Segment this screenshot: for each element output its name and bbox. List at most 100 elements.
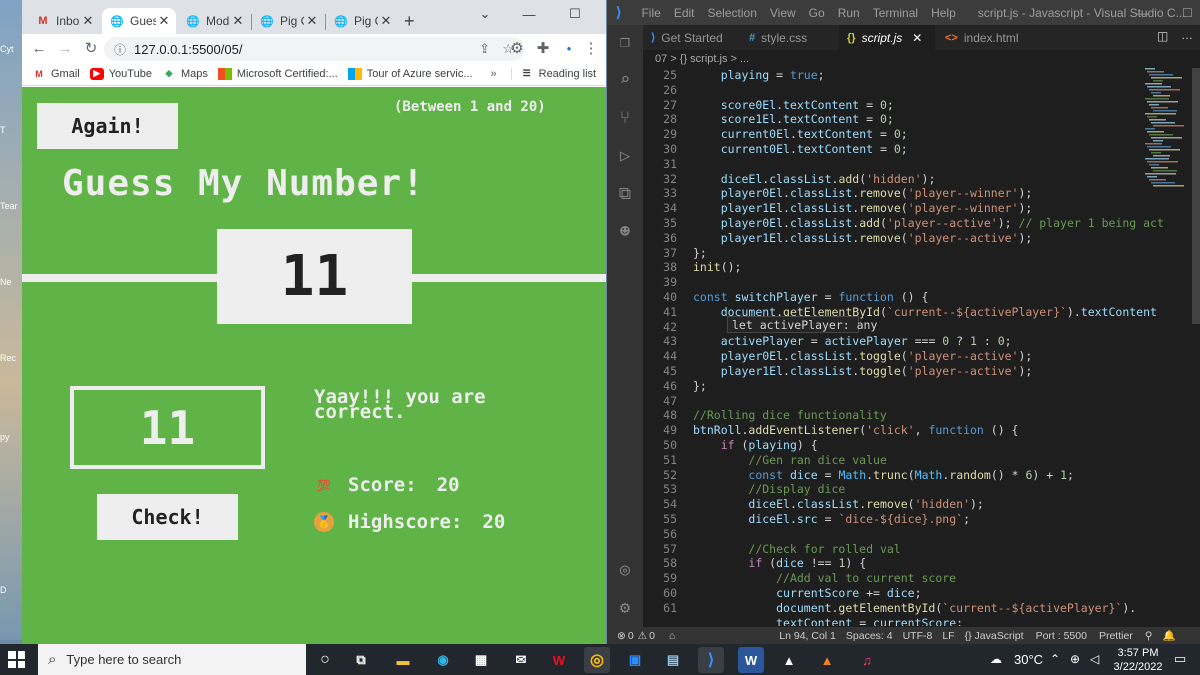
browser-tab[interactable]: 🌐 Pig G ✕ [326,8,398,34]
cortana-icon[interactable]: ○ [312,647,338,673]
eol[interactable]: LF [942,630,954,642]
code-line[interactable]: textContent = currentScore; [643,616,1163,626]
browser-tab[interactable]: 🌐 Moda ✕ [178,8,250,34]
more-bookmarks-icon[interactable]: » [491,68,497,80]
close-icon[interactable]: ✕ [80,13,96,29]
encoding[interactable]: UTF-8 [903,630,933,642]
menu-view[interactable]: View [770,6,796,20]
extension-icon[interactable]: ⚙ [504,35,530,61]
code-line[interactable]: 30 current0El.textContent = 0; [643,142,1163,157]
code-line[interactable]: 40 const switchPlayer = function () { [643,290,1163,305]
code-line[interactable]: 42 [643,320,1163,335]
menu-terminal[interactable]: Terminal [873,6,918,20]
taskbar-search[interactable]: ⌕ Type here to search [38,644,306,675]
code-line[interactable]: 46}; [643,379,1163,394]
zoom-icon[interactable]: ▣ [622,647,648,673]
notifications-icon[interactable]: 🔔 [1162,629,1175,642]
tab-index-html[interactable]: <> index.html [937,25,1027,50]
account-icon[interactable]: ◎ [613,558,637,582]
photos-icon[interactable]: ▲ [776,647,802,673]
breadcrumb[interactable]: 07 > {} script.js > ... [643,50,1200,68]
code-line[interactable]: 55 diceEl.src = `dice-${dice}.png`; [643,512,1163,527]
code-line[interactable]: 32 diceEl.classList.add('hidden'); [643,172,1163,187]
warning-icon[interactable]: ⚠ [638,630,647,642]
puzzle-icon[interactable]: ✚ [530,35,556,61]
close-icon[interactable]: ✕ [912,31,922,45]
file-explorer-icon[interactable]: ▬ [390,647,416,673]
itunes-icon[interactable]: ♫ [854,647,880,673]
temperature[interactable]: 30°C [1014,652,1043,667]
extensions-icon[interactable]: ⧉ [613,182,637,206]
desktop-icon-label[interactable]: Ne [0,277,12,287]
edge-icon[interactable]: ◉ [430,647,456,673]
store-icon[interactable]: ▦ [468,647,494,673]
code-line[interactable]: 43 activePlayer = activePlayer === 0 ? 1… [643,334,1163,349]
menu-help[interactable]: Help [931,6,956,20]
search-icon[interactable]: ⌕ [613,68,637,92]
show-hidden-icons[interactable]: ⌃ [1050,652,1060,666]
close-icon[interactable]: ✕ [304,13,320,29]
code-line[interactable]: 52 const dice = Math.trunc(Math.random()… [643,468,1163,483]
word-icon[interactable]: W [738,647,764,673]
code-line[interactable]: 54 diceEl.classList.remove('hidden'); [643,497,1163,512]
code-line[interactable]: 61 document.getElementById(`current--${a… [643,601,1163,616]
language-mode[interactable]: {} JavaScript [965,630,1024,642]
code-line[interactable]: 53 //Display dice [643,482,1163,497]
wps-icon[interactable]: W [546,647,572,673]
minimize-icon[interactable]: — [1137,6,1149,20]
code-line[interactable]: 59 //Add val to current score [643,571,1163,586]
bookmark-maps[interactable]: ◆ Maps [162,68,208,80]
back-icon[interactable]: ← [26,35,52,61]
menu-run[interactable]: Run [838,6,860,20]
code-line[interactable]: 39 [643,275,1163,290]
code-line[interactable]: 50 if (playing) { [643,438,1163,453]
code-line[interactable]: 51 //Gen ran dice value [643,453,1163,468]
home-icon[interactable]: ⌂ [669,630,675,642]
forward-icon[interactable]: → [52,35,78,61]
bookmark-microsoft[interactable]: Microsoft Certified:... [217,67,338,80]
warning-count[interactable]: 0 [649,630,655,642]
desktop-icon-label[interactable]: Rec [0,353,16,363]
info-icon[interactable]: ⓘ [114,41,126,58]
browser-tab[interactable]: 🌐 Pig G ✕ [252,8,324,34]
weather-icon[interactable]: ☁ [990,652,1002,666]
live-server-port[interactable]: Port : 5500 [1036,630,1087,642]
error-icon[interactable]: ⊗ [617,630,626,642]
bookmark-azure[interactable]: Tour of Azure servic... [347,67,473,80]
close-icon[interactable]: ✕ [378,13,394,29]
menu-icon[interactable]: ⋮ [578,35,604,61]
new-tab-button[interactable]: + [400,8,424,34]
code-line[interactable]: 34 player1El.classList.remove('player--w… [643,201,1163,216]
cursor-position[interactable]: Ln 94, Col 1 [779,630,836,642]
menu-file[interactable]: File [641,6,660,20]
chrome-icon[interactable]: ◎ [584,647,610,673]
menu-selection[interactable]: Selection [708,6,757,20]
code-line[interactable]: 37}; [643,246,1163,261]
indent-setting[interactable]: Spaces: 4 [846,630,893,642]
volume-icon[interactable]: ◁ [1090,652,1099,666]
maximize-icon[interactable]: ☐ [1182,6,1193,20]
code-line[interactable]: 28 score1El.textContent = 0; [643,112,1163,127]
code-line[interactable]: 38 init(); [643,260,1163,275]
code-line[interactable]: 41 document.getElementById(`current--${a… [643,305,1163,320]
check-button[interactable]: Check! [97,494,238,540]
prettier-status[interactable]: Prettier [1099,630,1133,642]
code-editor[interactable]: 25 playing = true; 26 27 score0El.textCont… [643,68,1163,626]
tab-search-icon[interactable]: ⌄ [462,0,508,28]
desktop-icon-label[interactable]: py [0,432,10,442]
bookmark-youtube[interactable]: ▶ YouTube [89,67,152,80]
code-line[interactable]: 60 currentScore += dice; [643,586,1163,601]
again-button[interactable]: Again! [37,103,178,149]
desktop-icon-label[interactable]: Tear [0,201,18,211]
feedback-icon[interactable]: ⚲ [1145,630,1153,642]
desktop-icon-label[interactable]: T [0,125,6,135]
code-line[interactable]: 56 [643,527,1163,542]
browser-tab-active[interactable]: 🌐 Guess ✕ [102,8,176,34]
code-line[interactable]: 48 //Rolling dice functionality [643,408,1163,423]
minimap[interactable] [1143,68,1193,188]
code-line[interactable]: 36 player1El.classList.remove('player--a… [643,231,1163,246]
task-view-icon[interactable]: ⧉ [348,647,374,673]
explorer-icon[interactable]: ❐ [613,30,637,54]
scrollbar[interactable] [1192,68,1200,324]
menu-edit[interactable]: Edit [674,6,695,20]
